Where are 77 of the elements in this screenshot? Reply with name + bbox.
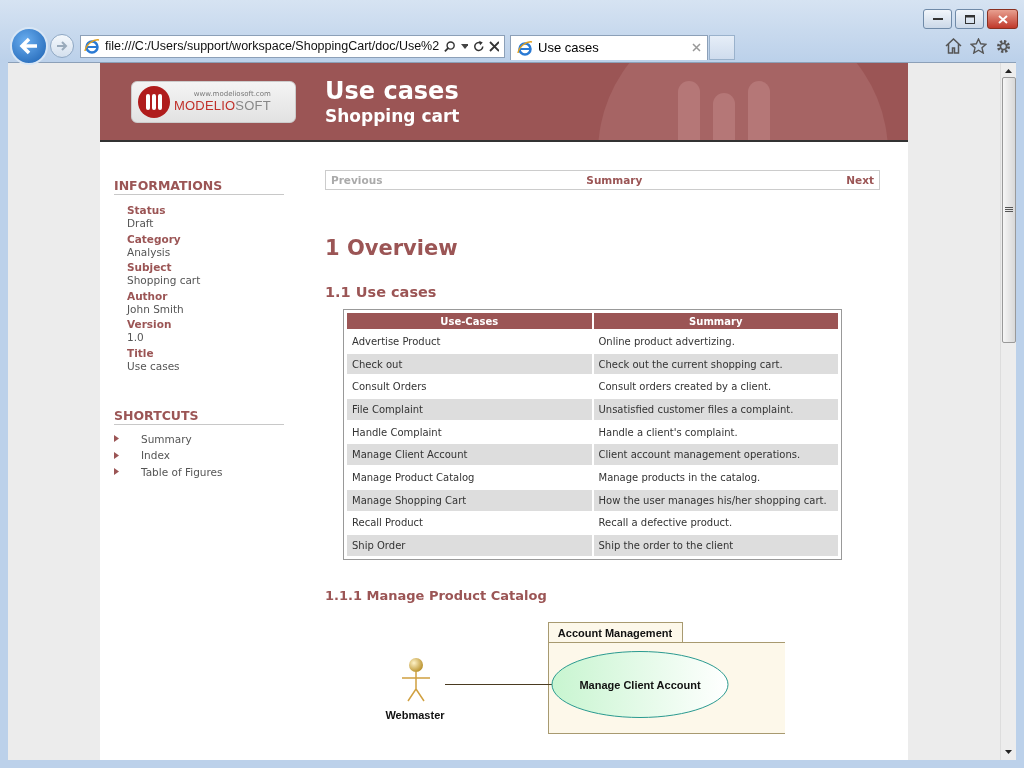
logo-mark-icon bbox=[138, 85, 170, 118]
scroll-down-icon[interactable] bbox=[1005, 750, 1012, 754]
scroll-up-icon[interactable] bbox=[1005, 69, 1012, 73]
table-cell: How the user manages his/her shopping cart. bbox=[593, 489, 838, 511]
info-value: John Smith bbox=[127, 302, 185, 316]
actor-drawing bbox=[401, 657, 431, 702]
settings-icon[interactable] bbox=[995, 37, 1012, 55]
back-button[interactable] bbox=[10, 27, 48, 65]
minimize-button[interactable] bbox=[923, 9, 952, 29]
table-cell: Unsatisfied customer files a complaint. bbox=[593, 399, 838, 420]
table-cell-text: Manage products in the catalog. bbox=[597, 470, 762, 485]
table-cell-text: Handle a client's complaint. bbox=[597, 425, 739, 440]
shortcut-link[interactable]: Summary bbox=[141, 432, 192, 445]
maximize-button[interactable] bbox=[955, 9, 984, 29]
stop-icon[interactable] bbox=[489, 40, 499, 52]
table-cell: Client account management operations. bbox=[593, 444, 838, 466]
info-label: Author bbox=[127, 289, 169, 303]
info-value: Draft bbox=[127, 217, 155, 230]
info-value: Use cases bbox=[127, 359, 181, 373]
page-subtitle: Shopping cart bbox=[325, 104, 460, 127]
shortcut-link[interactable]: Table of Figures bbox=[141, 465, 223, 478]
browser-icon bbox=[84, 38, 100, 54]
info-label: Category bbox=[127, 232, 182, 246]
dropdown-caret-icon[interactable] bbox=[460, 43, 468, 49]
favorites-star-icon[interactable] bbox=[970, 38, 987, 54]
table-cell-text: Recall a defective product. bbox=[597, 516, 734, 531]
table-cell: Ship Order bbox=[347, 535, 592, 556]
restore-icon bbox=[964, 14, 975, 24]
package-label: Account Management bbox=[557, 626, 673, 639]
column-header: Use-Cases bbox=[347, 313, 592, 329]
table-cell: Manage Shopping Cart bbox=[347, 489, 592, 511]
info-value: Analysis bbox=[127, 245, 172, 259]
table-cell-text: Handle Complaint bbox=[351, 425, 443, 440]
table-cell-text: Recall Product bbox=[351, 516, 424, 531]
page-title: Use cases bbox=[325, 76, 460, 105]
subsection-heading: 1.1 Use cases bbox=[325, 283, 438, 301]
table-cell-text: Consult orders created by a client. bbox=[597, 380, 773, 395]
browser-tab[interactable]: Use cases bbox=[510, 34, 708, 60]
info-value: 1.0 bbox=[127, 331, 145, 344]
info-label: Title bbox=[127, 346, 155, 360]
table-cell: File Complaint bbox=[347, 399, 592, 420]
close-button[interactable] bbox=[987, 9, 1018, 29]
logo-wordmark: MODELIOSOFT bbox=[174, 98, 271, 113]
info-label: Subject bbox=[127, 261, 173, 274]
vertical-scrollbar[interactable] bbox=[1000, 63, 1016, 760]
table-cell-text: Manage Product Catalog bbox=[351, 470, 476, 485]
table-cell-text: Consult Orders bbox=[351, 380, 428, 395]
bullet-triangle-icon bbox=[114, 468, 119, 476]
close-tab-icon[interactable] bbox=[692, 43, 701, 52]
column-header: Summary bbox=[593, 313, 838, 329]
info-label: Version bbox=[127, 318, 173, 331]
browser-icon bbox=[517, 39, 533, 56]
minimize-icon bbox=[932, 17, 943, 21]
section-heading: 1 Overview bbox=[325, 235, 459, 261]
sidebar-heading: SHORTCUTS bbox=[114, 407, 284, 425]
table-cell: Manage Client Account bbox=[347, 444, 592, 466]
info-label: Status bbox=[127, 204, 167, 217]
subsubsection-heading: 1.1.1 Manage Product Catalog bbox=[325, 587, 548, 604]
table-cell: Check out the current shopping cart. bbox=[593, 353, 838, 375]
table-cell-text: Advertise Product bbox=[351, 334, 442, 349]
shortcut-link[interactable]: Index bbox=[141, 449, 170, 462]
table-cell-text: Online product advertizing. bbox=[597, 334, 736, 349]
use-case-label: Manage Client Account bbox=[579, 678, 701, 691]
table-cell: Ship the order to the client bbox=[593, 535, 838, 556]
refresh-icon[interactable] bbox=[472, 39, 485, 53]
search-icon[interactable] bbox=[444, 39, 456, 53]
home-icon[interactable] bbox=[945, 38, 962, 54]
forward-arrow-icon bbox=[56, 40, 68, 52]
back-arrow-icon bbox=[19, 37, 39, 55]
info-value: Shopping cart bbox=[127, 274, 202, 287]
table-cell: Check out bbox=[347, 353, 592, 375]
summary-link[interactable]: Summary bbox=[586, 174, 643, 186]
sidebar-heading: INFORMATIONS bbox=[114, 178, 284, 195]
next-link[interactable]: Next bbox=[846, 174, 874, 186]
actor-label: Webmaster bbox=[385, 708, 445, 721]
scrollbar-thumb[interactable] bbox=[1001, 77, 1016, 343]
close-icon bbox=[997, 14, 1008, 24]
